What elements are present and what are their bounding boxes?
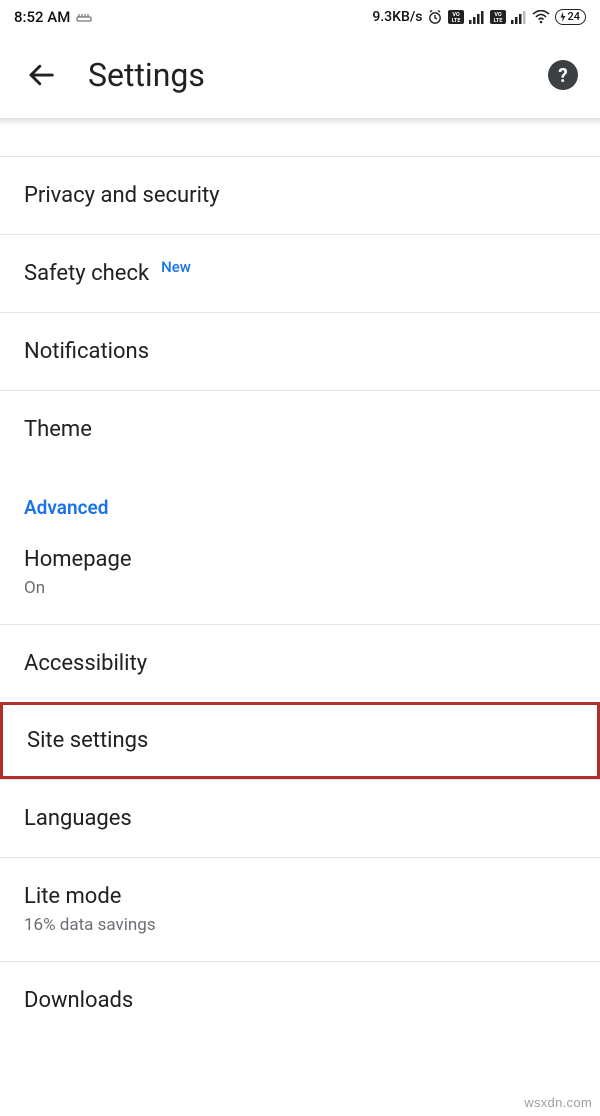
alarm-icon — [427, 9, 443, 25]
battery-indicator: 24 — [555, 9, 586, 25]
settings-item-theme[interactable]: Theme — [0, 390, 600, 468]
watermark-text: wsxdn.com — [524, 1095, 592, 1110]
help-button[interactable]: ? — [548, 60, 578, 90]
settings-item-site-settings[interactable]: Site settings — [0, 702, 600, 779]
section-heading-advanced: Advanced — [0, 468, 600, 527]
page-title: Settings — [88, 56, 205, 94]
settings-item-label: Homepage — [24, 547, 132, 572]
new-badge: New — [161, 258, 191, 276]
settings-item-safety-check[interactable]: Safety check New — [0, 234, 600, 312]
settings-item-label: Downloads — [24, 988, 133, 1013]
settings-item-downloads[interactable]: Downloads — [0, 961, 600, 1023]
settings-item-notifications[interactable]: Notifications — [0, 312, 600, 390]
voicemail-icon — [76, 12, 92, 22]
signal-icon-1 — [469, 10, 485, 24]
svg-text:LTE: LTE — [452, 18, 461, 24]
settings-item-sublabel: 16% data savings — [24, 915, 576, 935]
arrow-left-icon — [26, 60, 56, 90]
settings-list: Privacy and security Safety check New No… — [0, 156, 600, 1023]
app-bar: Settings ? — [0, 34, 600, 116]
settings-item-label: Theme — [24, 417, 92, 442]
back-button[interactable] — [22, 56, 60, 94]
status-bar: 8:52 AM 9.3KB/s VOLTE VOLTE 24 — [0, 0, 600, 34]
status-time: 8:52 AM — [14, 8, 70, 26]
settings-item-label: Privacy and security — [24, 183, 220, 208]
settings-item-label: Lite mode — [24, 884, 121, 909]
settings-item-label: Accessibility — [24, 651, 147, 676]
status-net-speed: 9.3KB/s — [372, 9, 422, 25]
settings-item-accessibility[interactable]: Accessibility — [0, 624, 600, 702]
appbar-shadow — [0, 118, 600, 126]
settings-item-label: Languages — [24, 806, 132, 831]
volte-icon-2: VOLTE — [490, 10, 506, 24]
settings-item-privacy[interactable]: Privacy and security — [0, 156, 600, 234]
svg-text:LTE: LTE — [494, 18, 503, 24]
settings-item-homepage[interactable]: Homepage On — [0, 527, 600, 624]
signal-icon-2 — [511, 10, 527, 24]
volte-icon-1: VOLTE — [448, 10, 464, 24]
question-mark-icon: ? — [558, 64, 567, 87]
settings-item-lite-mode[interactable]: Lite mode 16% data savings — [0, 857, 600, 961]
battery-level: 24 — [567, 10, 580, 24]
settings-item-sublabel: On — [24, 578, 576, 598]
settings-item-label: Notifications — [24, 339, 149, 364]
settings-item-label: Site settings — [27, 728, 148, 753]
settings-item-languages[interactable]: Languages — [0, 779, 600, 857]
settings-item-label: Safety check — [24, 261, 149, 286]
spacer — [0, 126, 600, 146]
wifi-icon — [532, 10, 550, 24]
